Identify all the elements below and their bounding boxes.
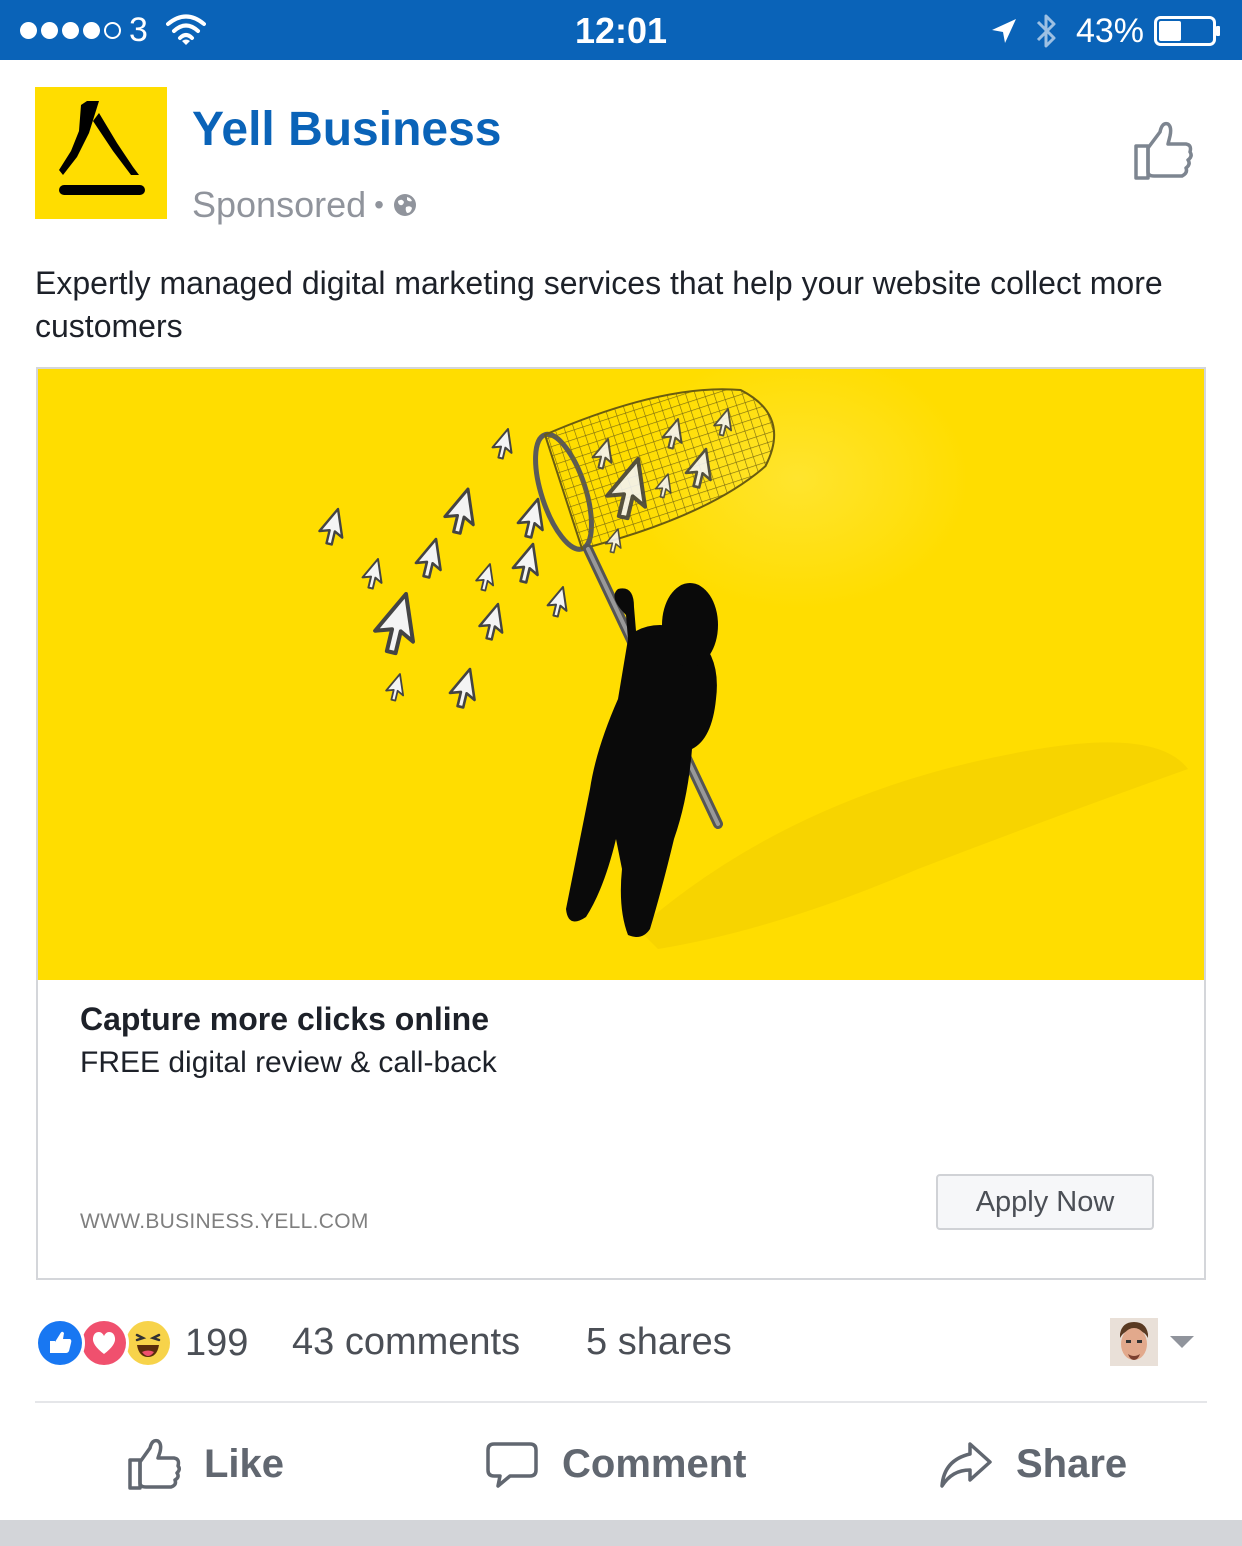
apply-now-button[interactable]: Apply Now — [936, 1174, 1154, 1230]
status-indicators: 43% — [990, 10, 1222, 52]
battery-percentage: 43% — [1075, 12, 1144, 50]
ad-display-url: WWW.BUSINESS.YELL.COM — [80, 1210, 369, 1233]
viewer-profile-photo — [1110, 1318, 1158, 1366]
ad-description: FREE digital review & call-back — [80, 1046, 497, 1079]
reactions-count: 199 — [185, 1322, 249, 1364]
meta-separator: • — [374, 189, 384, 220]
like-button[interactable]: Like — [126, 1432, 284, 1496]
share-label: Share — [1016, 1441, 1128, 1486]
haha-reaction-icon — [123, 1318, 173, 1368]
sponsored-label[interactable]: Sponsored — [192, 184, 366, 226]
page-name-link[interactable]: Yell Business — [192, 102, 502, 158]
reactions-summary[interactable]: 199 — [35, 1316, 248, 1370]
location-arrow-icon — [991, 19, 1016, 43]
post-meta: Sponsored • — [192, 184, 418, 226]
share-arrow-icon — [940, 1442, 992, 1488]
battery-icon — [1154, 16, 1220, 46]
post-text: Expertly managed digital marketing servi… — [35, 265, 1163, 344]
bluetooth-icon — [1036, 14, 1056, 48]
ad-image[interactable] — [38, 369, 1204, 980]
viewer-avatar[interactable] — [1110, 1318, 1158, 1366]
butterfly-net-illustration — [38, 369, 1204, 980]
like-reaction-icon — [35, 1318, 85, 1368]
ad-headline[interactable]: Capture more clicks online — [80, 1000, 489, 1038]
like-label: Like — [204, 1441, 285, 1486]
comment-bubble-icon — [486, 1442, 538, 1488]
yell-logo-icon — [59, 101, 145, 195]
thumbs-up-icon — [128, 1438, 182, 1490]
ad-card[interactable]: Capture more clicks online FREE digital … — [36, 367, 1206, 1280]
chevron-down-icon[interactable] — [1168, 1334, 1196, 1350]
like-page-button-thumb-icon[interactable] — [1130, 118, 1196, 184]
comment-button[interactable]: Comment — [484, 1432, 746, 1496]
love-reaction-icon — [79, 1318, 129, 1368]
globe-icon — [393, 194, 416, 216]
comments-count-link[interactable]: 43 comments — [292, 1320, 520, 1364]
share-button[interactable]: Share — [938, 1432, 1127, 1496]
comment-label: Comment — [562, 1441, 747, 1486]
divider — [35, 1401, 1207, 1403]
page-avatar-logo[interactable] — [35, 87, 167, 219]
feed-separator — [0, 1520, 1242, 1546]
status-bar: 3 12:01 43% — [0, 0, 1242, 60]
shares-count-link[interactable]: 5 shares — [586, 1320, 732, 1364]
